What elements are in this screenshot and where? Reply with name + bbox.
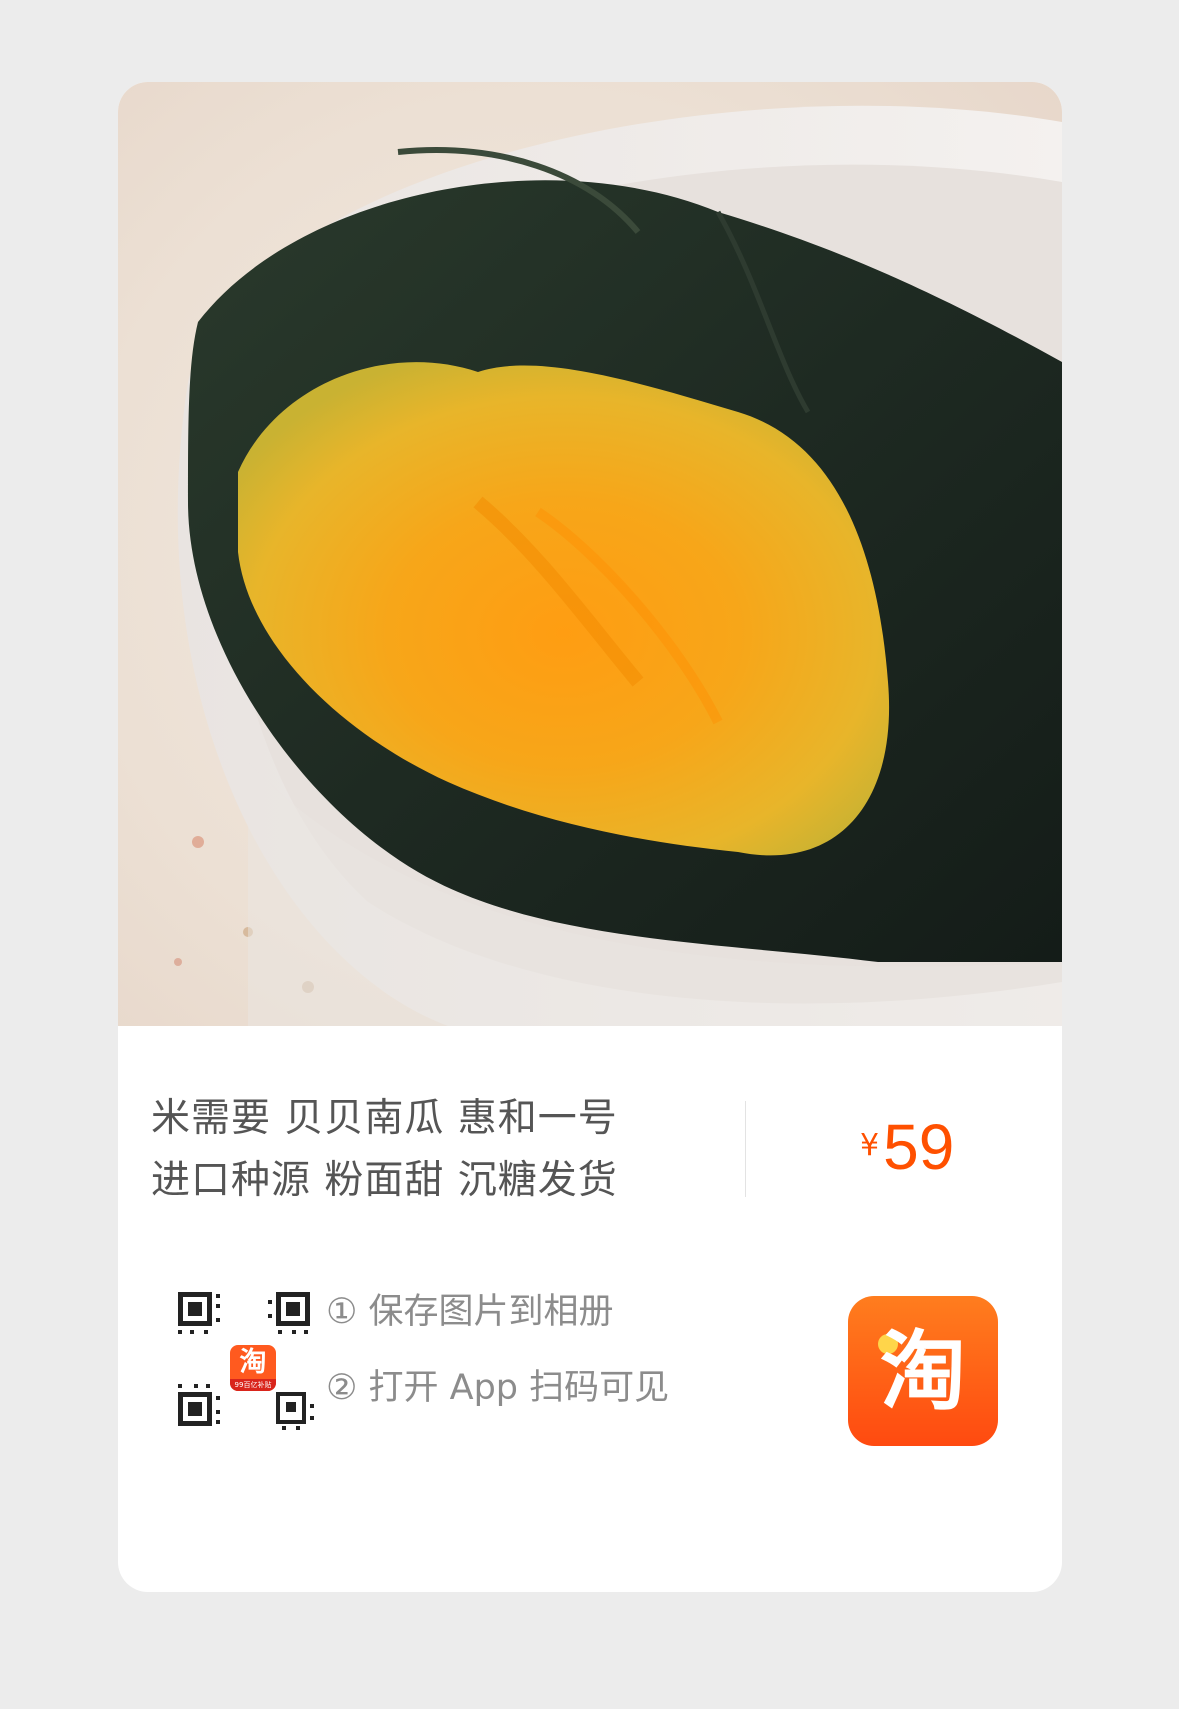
currency-symbol: ¥ xyxy=(860,1128,880,1163)
taobao-logo-icon: 淘 99百亿补贴 xyxy=(227,1342,279,1394)
qr-badge-caption: 99百亿补贴 xyxy=(230,1379,276,1391)
step-save-image: ① 保存图片到相册 xyxy=(326,1292,614,1332)
qr-code[interactable]: 淘 99百亿补贴 xyxy=(178,1292,318,1432)
product-title-line-2: 进口种源 粉面甜 沉糖发货 xyxy=(151,1158,618,1203)
taobao-icon-glyph: 淘 xyxy=(880,1322,966,1422)
product-title[interactable]: 米需要 贝贝南瓜 惠和一号 进口种源 粉面甜 沉糖发货 xyxy=(151,1088,691,1212)
taobao-app-icon[interactable]: 淘 xyxy=(848,1296,998,1446)
step-open-app: ② 打开 App 扫码可见 xyxy=(326,1368,670,1408)
divider xyxy=(745,1101,746,1197)
qr-badge-glyph: 淘 xyxy=(239,1347,267,1378)
price: ¥59 xyxy=(860,1110,954,1184)
product-title-line-1: 米需要 贝贝南瓜 惠和一号 xyxy=(151,1096,618,1141)
price-value: 59 xyxy=(883,1111,955,1183)
product-photo xyxy=(118,82,1062,1026)
product-share-card: 米需要 贝贝南瓜 惠和一号 进口种源 粉面甜 沉糖发货 ¥59 淘 99百亿补贴… xyxy=(118,82,1062,1592)
scan-instructions: ① 保存图片到相册 ② 打开 App 扫码可见 xyxy=(326,1274,669,1426)
